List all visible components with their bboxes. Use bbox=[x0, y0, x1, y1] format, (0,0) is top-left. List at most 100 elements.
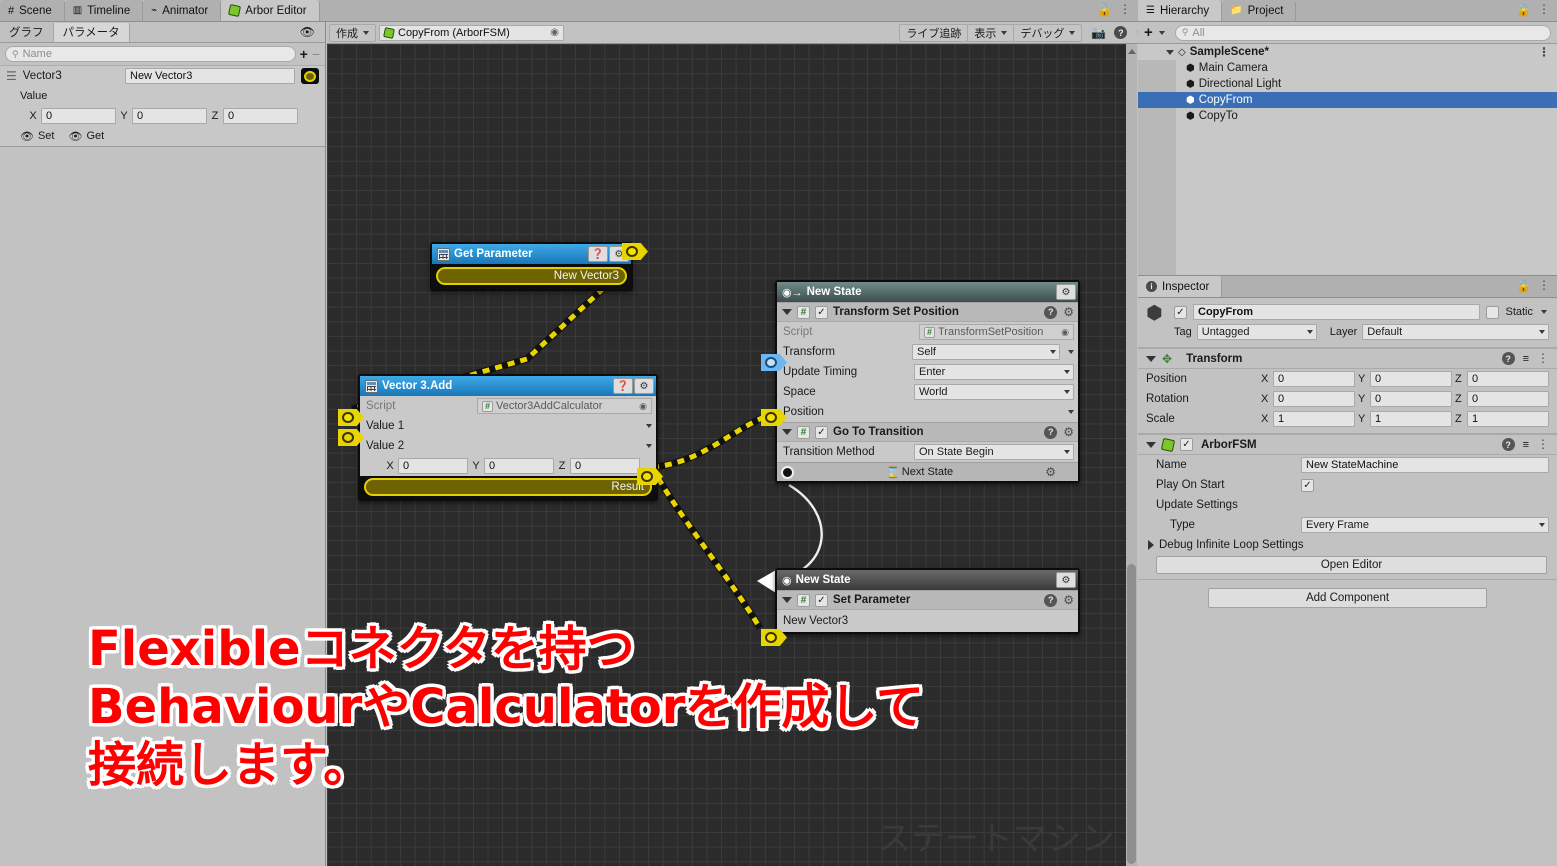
transition-output-dot[interactable] bbox=[781, 465, 794, 479]
help-icon[interactable]: ? bbox=[1044, 593, 1058, 607]
component-header-arborfsm[interactable]: ✓ ArborFSM ? ≡ ⋮ bbox=[1138, 434, 1557, 455]
list-item[interactable]: ◇ SampleScene* ⋮ bbox=[1138, 44, 1557, 60]
expander-triangle-icon[interactable] bbox=[1166, 49, 1174, 55]
value2-dropdown-caret[interactable] bbox=[646, 444, 652, 448]
statemachine-name-input[interactable]: New StateMachine bbox=[1301, 457, 1549, 473]
list-item[interactable]: ⬢ CopyTo bbox=[1138, 108, 1557, 124]
scale-y-input[interactable]: 1 bbox=[1370, 411, 1452, 427]
transform-flex-caret[interactable] bbox=[1068, 350, 1074, 354]
position-y-input[interactable]: 0 bbox=[1370, 371, 1452, 387]
help-icon[interactable]: ❓ bbox=[588, 246, 608, 262]
list-item[interactable]: ⬢ Main Camera bbox=[1138, 60, 1557, 76]
create-menu-button[interactable]: 作成 bbox=[329, 23, 376, 42]
script-field[interactable]: # TransformSetPosition ◉ bbox=[919, 324, 1074, 340]
help-icon[interactable]: ? bbox=[1114, 26, 1128, 39]
tab-inspector[interactable]: i Inspector bbox=[1138, 276, 1223, 297]
position-flex-caret[interactable] bbox=[1068, 410, 1074, 414]
scale-z-input[interactable]: 1 bbox=[1467, 411, 1549, 427]
tab-project[interactable]: 📁 Project bbox=[1222, 0, 1297, 21]
gear-icon[interactable]: ⚙ bbox=[1056, 284, 1076, 300]
update-type-dropdown[interactable]: Every Frame bbox=[1301, 517, 1549, 533]
tab-timeline[interactable]: ▥ Timeline bbox=[64, 0, 144, 21]
gear-icon[interactable]: ⚙ bbox=[1045, 465, 1056, 479]
preset-icon[interactable]: ≡ bbox=[1523, 439, 1529, 451]
help-icon[interactable]: ? bbox=[1501, 352, 1515, 365]
get-toggle[interactable]: 👁 Get bbox=[68, 130, 104, 143]
transition-method-dropdown[interactable]: On State Begin bbox=[914, 444, 1074, 460]
output-slot-new-vector3[interactable]: New Vector3 bbox=[436, 267, 627, 285]
axis-x-input[interactable]: 0 bbox=[41, 108, 116, 124]
gear-icon[interactable]: ⚙ bbox=[1063, 425, 1074, 439]
help-icon[interactable]: ? bbox=[1044, 425, 1058, 439]
live-tracking-button[interactable]: ライブ追跡 bbox=[899, 23, 969, 42]
position-z-input[interactable]: 0 bbox=[1467, 371, 1549, 387]
collapse-triangle-icon[interactable] bbox=[782, 309, 792, 315]
list-item-selected[interactable]: ⬢ CopyFrom bbox=[1138, 92, 1557, 108]
gameobject-enabled-checkbox[interactable]: ✓ bbox=[1174, 305, 1187, 319]
target-icon[interactable]: ◉ bbox=[550, 27, 559, 38]
rotation-z-input[interactable]: 0 bbox=[1467, 391, 1549, 407]
graph-object-field[interactable]: CopyFrom (ArborFSM) ◉ bbox=[379, 24, 564, 41]
node-state-transform[interactable]: ◉→ New State ⚙ # ✓ Transform Set Positio… bbox=[775, 280, 1080, 483]
node-header[interactable]: Vector 3.Add ❓ ⚙ bbox=[360, 376, 656, 396]
output-connector[interactable] bbox=[622, 243, 648, 260]
node-vector3-add[interactable]: Vector 3.Add ❓ ⚙ Script # Vector3AddCalc… bbox=[358, 374, 658, 501]
lock-icon[interactable]: 🔓 bbox=[1516, 3, 1531, 17]
input-connector-value1[interactable] bbox=[338, 409, 364, 426]
lock-icon[interactable]: 🔓 bbox=[1516, 279, 1531, 293]
help-icon[interactable]: ❓ bbox=[613, 378, 633, 394]
collapse-triangle-icon[interactable] bbox=[1146, 441, 1156, 448]
behaviour-header-set-parameter[interactable]: # ✓ Set Parameter ? ⚙ bbox=[777, 590, 1078, 610]
component-enabled-checkbox[interactable]: ✓ bbox=[1180, 438, 1193, 451]
kebab-menu-icon[interactable]: ⋮ bbox=[1537, 352, 1549, 364]
kebab-menu-icon[interactable]: ⋮ bbox=[1538, 46, 1550, 58]
gear-icon[interactable]: ⚙ bbox=[1063, 305, 1074, 319]
kebab-menu-icon[interactable]: ⋮ bbox=[1119, 3, 1131, 15]
layer-dropdown[interactable]: Default bbox=[1362, 324, 1549, 340]
eye-icon[interactable]: 👁 bbox=[300, 25, 325, 39]
output-slot-result[interactable]: Result bbox=[364, 478, 652, 496]
collapse-triangle-icon[interactable] bbox=[1146, 355, 1156, 362]
axis-y-input[interactable]: 0 bbox=[132, 108, 207, 124]
set-toggle[interactable]: 👁 Set bbox=[20, 130, 54, 143]
list-item[interactable]: ⬢ Directional Light bbox=[1138, 76, 1557, 92]
input-connector-state[interactable] bbox=[761, 354, 787, 371]
gear-icon[interactable]: ⚙ bbox=[1063, 593, 1074, 607]
axis-x-input[interactable]: 0 bbox=[398, 458, 468, 474]
hierarchy-search-input[interactable]: ⚲ All bbox=[1174, 24, 1551, 41]
lock-icon[interactable]: 🔓 bbox=[1097, 3, 1112, 17]
add-component-button[interactable]: Add Component bbox=[1208, 588, 1487, 608]
target-icon[interactable]: ◉ bbox=[1061, 327, 1069, 338]
update-timing-dropdown[interactable]: Enter bbox=[914, 364, 1074, 380]
behaviour-header-go-to-transition[interactable]: # ✓ Go To Transition ? ⚙ bbox=[777, 422, 1078, 442]
kebab-menu-icon[interactable]: ⋮ bbox=[1538, 3, 1550, 15]
display-menu-button[interactable]: 表示 bbox=[967, 23, 1015, 42]
target-icon[interactable]: ◉ bbox=[639, 401, 647, 412]
canvas-vertical-scrollbar[interactable] bbox=[1126, 44, 1137, 866]
node-get-parameter[interactable]: Get Parameter ❓ ⚙ New Vector3 bbox=[430, 242, 633, 291]
gear-icon[interactable]: ⚙ bbox=[634, 378, 654, 394]
behaviour-enabled-checkbox[interactable]: ✓ bbox=[815, 593, 828, 607]
hierarchy-list[interactable]: ◇ SampleScene* ⋮ ⬢ Main Camera ⬢ Directi… bbox=[1138, 44, 1557, 281]
scale-x-input[interactable]: 1 bbox=[1273, 411, 1355, 427]
collapse-triangle-icon[interactable] bbox=[782, 597, 792, 603]
arborfsm-debug-row[interactable]: Debug Infinite Loop Settings bbox=[1138, 535, 1557, 555]
help-icon[interactable]: ? bbox=[1044, 305, 1058, 319]
kebab-menu-icon[interactable]: ⋮ bbox=[1538, 279, 1550, 291]
preset-icon[interactable]: ≡ bbox=[1523, 353, 1529, 365]
axis-y-input[interactable]: 0 bbox=[484, 458, 554, 474]
gear-icon[interactable]: ⚙ bbox=[1056, 572, 1076, 588]
open-editor-button[interactable]: Open Editor bbox=[1156, 556, 1547, 574]
axis-z-input[interactable]: 0 bbox=[223, 108, 298, 124]
tab-graph[interactable]: グラフ bbox=[0, 22, 54, 42]
behaviour-enabled-checkbox[interactable]: ✓ bbox=[815, 305, 828, 319]
behaviour-enabled-checkbox[interactable]: ✓ bbox=[815, 425, 828, 439]
debug-menu-button[interactable]: デバッグ bbox=[1013, 23, 1083, 42]
camera-icon[interactable]: 📷 bbox=[1091, 26, 1106, 40]
remove-parameter-button[interactable]: − bbox=[312, 46, 320, 62]
tab-arbor-editor[interactable]: Arbor Editor bbox=[221, 0, 320, 21]
play-on-start-checkbox[interactable]: ✓ bbox=[1301, 478, 1314, 492]
kebab-menu-icon[interactable]: ⋮ bbox=[1537, 438, 1549, 450]
input-connector-position[interactable] bbox=[761, 409, 787, 426]
behaviour-header-transform-set-position[interactable]: # ✓ Transform Set Position ? ⚙ bbox=[777, 302, 1078, 322]
